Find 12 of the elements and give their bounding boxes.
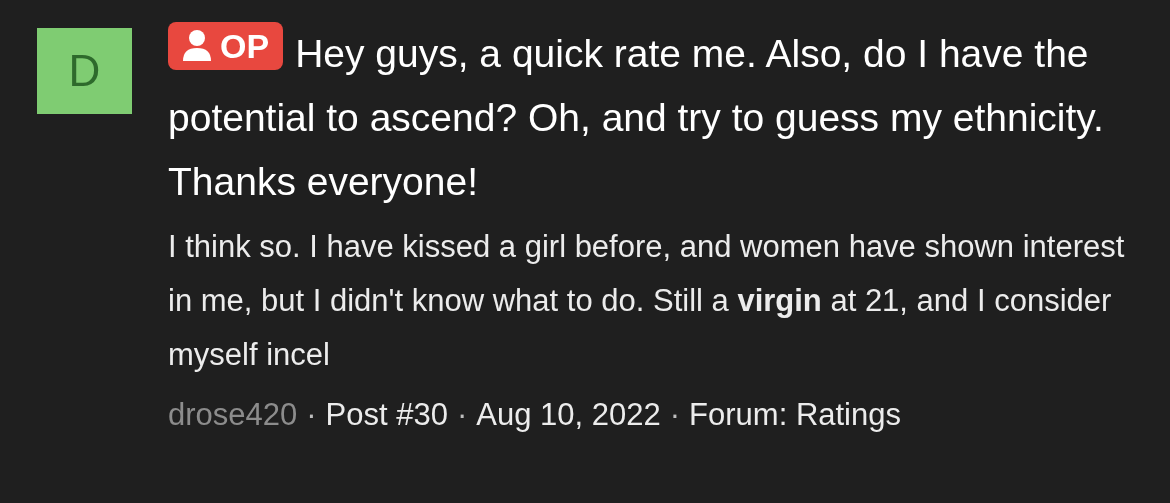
author-name: drose420 — [168, 396, 298, 434]
person-icon — [182, 29, 212, 63]
post-info: Post #30 — [325, 396, 448, 434]
separator-dot: · — [669, 396, 681, 434]
post-body: I think so. I have kissed a girl before, and women have shown interest in me, but I didn't know what to do. Still a virgin at 21, and I consider myself incel — [168, 228, 1126, 374]
post-info: Aug 10, 2022 — [476, 396, 661, 434]
op-badge: OP — [168, 22, 284, 70]
avatar: D — [37, 28, 132, 114]
separator-dot: · — [457, 396, 468, 434]
post-title: OP Hey guys, a quick rate me. Also, do I have the potential to ascend? Oh, and try to guess my ethnicity. Thanks everyone! — [168, 22, 1128, 214]
separator-dot: · — [306, 396, 317, 434]
post-info: Forum: Ratings — [689, 396, 901, 434]
